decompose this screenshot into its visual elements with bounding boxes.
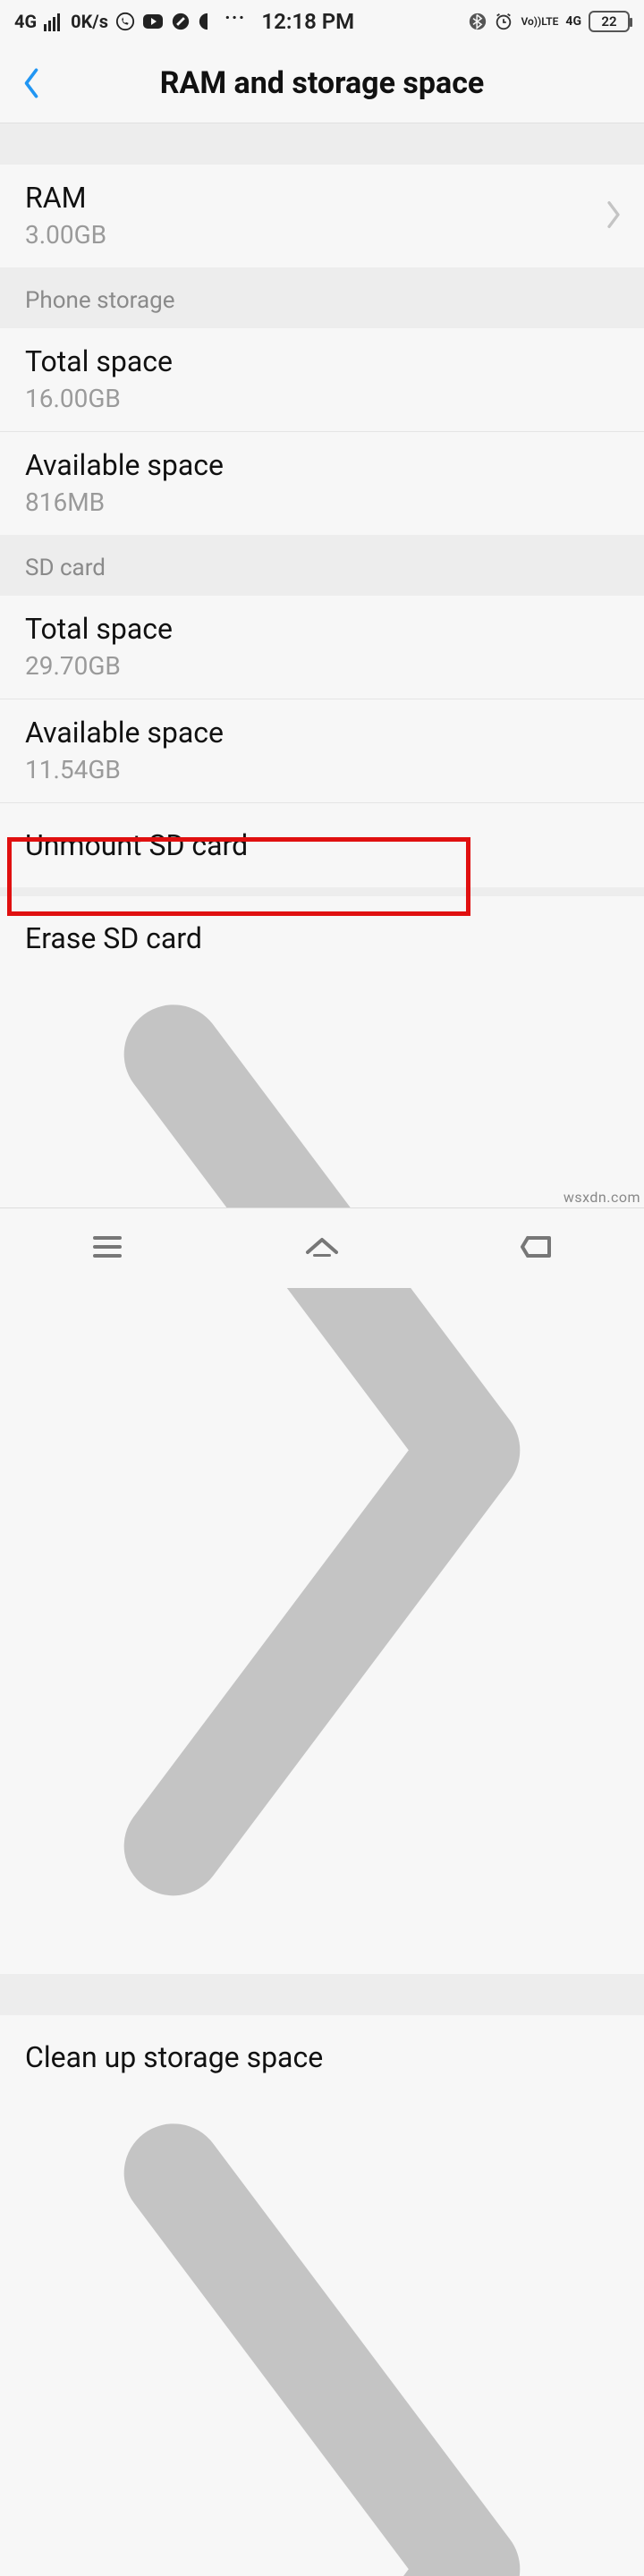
volte-icon: Vo)) LTE xyxy=(521,16,558,27)
sd-total-value: 29.70GB xyxy=(25,651,619,681)
sd-available-value: 11.54GB xyxy=(25,755,619,784)
chevron-left-icon xyxy=(21,66,41,100)
erase-sd-label: Erase SD card xyxy=(25,921,619,955)
chevron-right-icon xyxy=(25,2074,619,2576)
navigation-bar xyxy=(0,1208,644,1288)
volte-bottom: LTE xyxy=(541,16,558,27)
data-speed: 0K/s xyxy=(71,11,108,32)
section-gap xyxy=(0,887,644,896)
status-bar: 4G 0K/s ··· 12:18 PM Vo)) LTE 4G xyxy=(0,0,644,43)
sd-total-label: Total space xyxy=(25,612,619,646)
section-gap xyxy=(0,123,644,165)
chevron-right-icon xyxy=(25,955,619,1949)
ram-label: RAM xyxy=(25,181,619,215)
page-title: RAM and storage space xyxy=(0,65,644,101)
leaf-icon xyxy=(198,12,217,31)
home-button[interactable] xyxy=(301,1225,343,1272)
youtube-icon xyxy=(142,12,164,31)
unmount-sd-label: Unmount SD card xyxy=(25,828,619,862)
watermark: wsxdn.com xyxy=(564,1189,640,1206)
home-icon xyxy=(301,1225,343,1268)
phone-total-row: Total space 16.00GB xyxy=(0,328,644,431)
sd-available-row: Available space 11.54GB xyxy=(0,699,644,802)
phone-available-label: Available space xyxy=(25,448,619,482)
volte-top: Vo)) xyxy=(521,16,541,27)
do-not-disturb-icon xyxy=(171,12,191,31)
whatsapp-icon xyxy=(115,12,135,31)
chevron-right-icon xyxy=(605,199,623,233)
phone-available-value: 816MB xyxy=(25,487,619,517)
phone-total-value: 16.00GB xyxy=(25,384,619,413)
cleanup-row[interactable]: Clean up storage space xyxy=(0,2015,644,2576)
cleanup-label: Clean up storage space xyxy=(25,2040,619,2074)
sd-card-header: SD card xyxy=(0,535,644,596)
sd-total-row: Total space 29.70GB xyxy=(0,596,644,699)
ram-value: 3.00GB xyxy=(25,220,619,250)
unmount-sd-row[interactable]: Unmount SD card xyxy=(0,802,644,887)
signal-icon xyxy=(44,12,64,31)
erase-sd-row[interactable]: Erase SD card xyxy=(0,896,644,1974)
network2-icon: 4G xyxy=(565,14,581,29)
bluetooth-icon xyxy=(469,12,487,31)
section-gap xyxy=(0,1974,644,2015)
sd-available-label: Available space xyxy=(25,716,619,750)
phone-available-row: Available space 816MB xyxy=(0,431,644,535)
battery-icon: 22 xyxy=(589,11,630,32)
ram-row[interactable]: RAM 3.00GB xyxy=(0,165,644,267)
phone-storage-header: Phone storage xyxy=(0,267,644,328)
battery-level: 22 xyxy=(601,13,616,30)
recent-apps-button[interactable] xyxy=(86,1225,129,1272)
status-left: 4G 0K/s ··· 12:18 PM xyxy=(14,9,354,34)
menu-icon xyxy=(86,1225,129,1268)
status-right: Vo)) LTE 4G 22 xyxy=(469,11,630,32)
status-time: 12:18 PM xyxy=(261,9,354,34)
phone-total-label: Total space xyxy=(25,344,619,378)
alarm-icon xyxy=(494,12,513,31)
network-type: 4G xyxy=(14,11,37,32)
back-nav-button[interactable] xyxy=(515,1225,558,1272)
app-header: RAM and storage space xyxy=(0,43,644,123)
back-icon xyxy=(515,1225,558,1268)
back-button[interactable] xyxy=(0,43,63,123)
